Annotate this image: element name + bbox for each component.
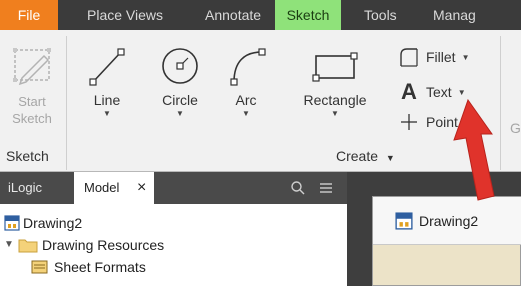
- folder-icon: [18, 239, 38, 253]
- circle-label: Circle: [162, 92, 198, 108]
- ribbon-tab-bar: File Place Views Annotate Sketch Tools M…: [0, 0, 521, 30]
- tree-item-label: Drawing2: [23, 215, 83, 231]
- tab-model-label: Model: [84, 180, 120, 195]
- line-label: Line: [93, 92, 121, 108]
- tree-item-sheet-formats[interactable]: Sheet Formats: [30, 256, 146, 278]
- fillet-label: Fillet: [426, 49, 456, 65]
- arc-dropdown-arrow[interactable]: ▼: [222, 110, 270, 118]
- rectangle-button[interactable]: Rectangle ▼: [295, 44, 375, 118]
- menu-icon[interactable]: [318, 180, 334, 196]
- browser-tab-bar: iLogic Model ×: [0, 172, 347, 204]
- tab-tools[interactable]: Tools: [355, 0, 406, 30]
- tab-place-views[interactable]: Place Views: [78, 0, 172, 30]
- line-button[interactable]: Line ▼: [82, 44, 132, 118]
- tree-item-drawing-resources[interactable]: ▼ Drawing Resources: [4, 234, 164, 256]
- arc-label: Arc: [235, 92, 257, 108]
- tree-item-label: Sheet Formats: [54, 259, 146, 275]
- tree-item-drawing2[interactable]: Drawing2: [4, 212, 82, 234]
- create-panel-expand-arrow[interactable]: ▼: [386, 153, 395, 163]
- tab-ilogic[interactable]: iLogic: [8, 172, 42, 204]
- line-icon: [89, 48, 125, 86]
- chevron-down-icon[interactable]: ▼: [4, 234, 18, 256]
- rectangle-label: Rectangle: [303, 92, 367, 108]
- rectangle-icon: [312, 52, 358, 82]
- sheet-formats-icon: [31, 260, 48, 274]
- arc-icon: [230, 48, 266, 86]
- line-dropdown-arrow[interactable]: ▼: [82, 110, 132, 118]
- annotation-arrow-icon: [453, 98, 495, 201]
- model-browser: iLogic Model × Drawing2 ▼ Drawing Resour…: [0, 172, 347, 286]
- search-icon[interactable]: [290, 180, 306, 196]
- circle-dropdown-arrow[interactable]: ▼: [150, 110, 210, 118]
- close-icon[interactable]: ×: [137, 179, 146, 196]
- tab-sketch[interactable]: Sketch: [275, 0, 341, 30]
- text-icon: A: [401, 79, 417, 104]
- sketch-panel-title: Sketch: [6, 148, 49, 164]
- circle-button[interactable]: Circle ▼: [150, 44, 210, 118]
- drawing-document-icon: [395, 211, 413, 230]
- next-panel-partial-label: G: [510, 120, 521, 136]
- fillet-dropdown-arrow[interactable]: ▼: [462, 53, 470, 62]
- fillet-icon: [400, 48, 418, 67]
- start-sketch-button[interactable]: Start Sketch: [0, 44, 64, 127]
- panel-separator: [66, 36, 67, 170]
- document-window-title: Drawing2: [419, 212, 479, 229]
- tab-manage[interactable]: Manag: [424, 0, 485, 30]
- fillet-button[interactable]: Fillet ▼: [398, 46, 469, 68]
- start-sketch-icon: [13, 48, 51, 86]
- create-panel-title[interactable]: Create ▼: [336, 148, 395, 164]
- create-panel-label: Create: [336, 148, 379, 164]
- point-icon: [401, 114, 417, 130]
- tree-item-label: Drawing Resources: [42, 237, 165, 253]
- drawing-document-icon: [4, 215, 20, 231]
- tab-annotate[interactable]: Annotate: [196, 0, 270, 30]
- rectangle-dropdown-arrow[interactable]: ▼: [295, 110, 375, 118]
- arc-button[interactable]: Arc ▼: [222, 44, 270, 118]
- start-sketch-label: Start Sketch: [12, 94, 52, 126]
- circle-icon: [162, 48, 198, 84]
- document-window[interactable]: Drawing2: [372, 196, 521, 286]
- tab-model[interactable]: Model ×: [74, 172, 154, 204]
- tab-file[interactable]: File: [0, 0, 58, 30]
